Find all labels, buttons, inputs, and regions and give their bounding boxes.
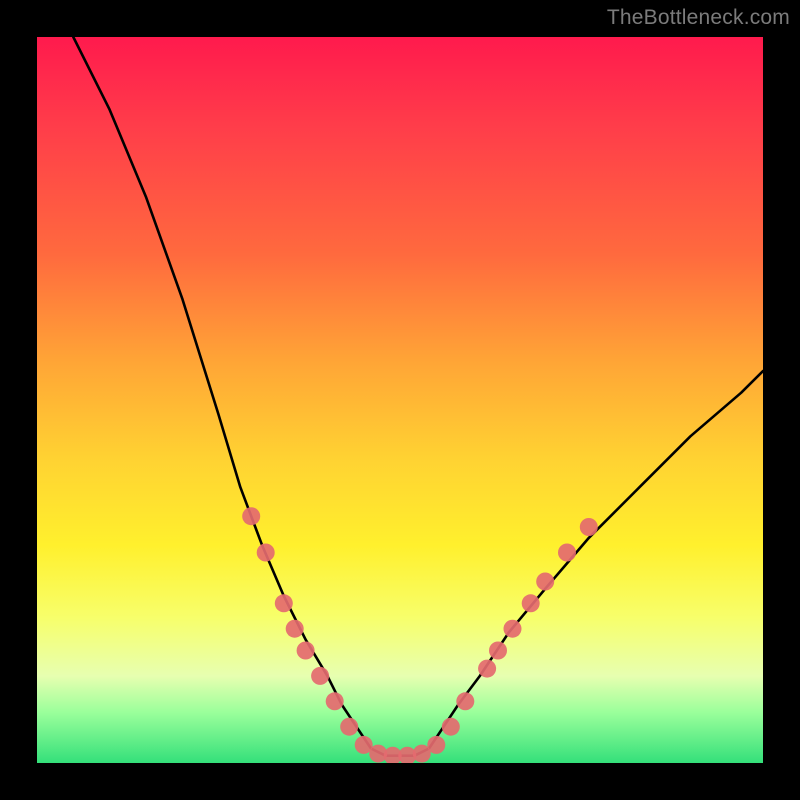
curve-marker xyxy=(558,544,576,562)
curve-marker xyxy=(340,718,358,736)
plot-area xyxy=(37,37,763,763)
curve-marker xyxy=(442,718,460,736)
curve-marker xyxy=(456,692,474,710)
curve-marker xyxy=(275,594,293,612)
curve-marker xyxy=(242,507,260,525)
chart-svg xyxy=(37,37,763,763)
curve-marker xyxy=(504,620,522,638)
curve-marker xyxy=(580,518,598,536)
curve-marker xyxy=(286,620,304,638)
curve-marker xyxy=(297,642,315,660)
curve-marker xyxy=(257,544,275,562)
curve-marker xyxy=(489,642,507,660)
curve-marker xyxy=(522,594,540,612)
watermark-text: TheBottleneck.com xyxy=(607,6,790,30)
curve-marker-group xyxy=(242,507,598,763)
bottleneck-curve-line xyxy=(73,37,763,756)
curve-marker xyxy=(478,660,496,678)
curve-marker xyxy=(326,692,344,710)
chart-frame: TheBottleneck.com xyxy=(0,0,800,800)
curve-marker xyxy=(311,667,329,685)
curve-marker xyxy=(427,736,445,754)
curve-marker xyxy=(536,573,554,591)
